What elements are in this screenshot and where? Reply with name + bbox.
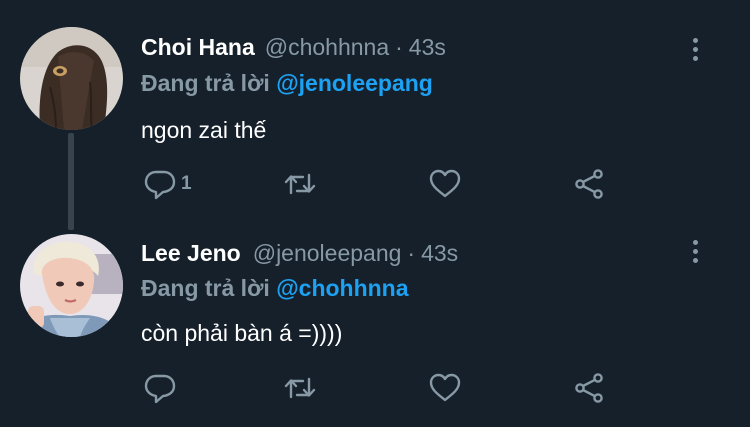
more-options-icon[interactable] xyxy=(686,35,706,65)
avatar[interactable] xyxy=(20,234,123,337)
share-icon xyxy=(575,169,603,199)
user-handle[interactable]: @chohhnna xyxy=(265,34,389,61)
tweet-choi-hana[interactable]: Choi Hana @chohhnna · 43s Đang trả lời @… xyxy=(0,0,750,230)
share-button[interactable] xyxy=(572,166,606,202)
replying-to: Đang trả lời @jenoleepang xyxy=(141,70,433,97)
tweet-header: Lee Jeno @jenoleepang · 43s xyxy=(141,240,458,270)
share-icon xyxy=(575,373,603,403)
retweet-icon xyxy=(284,173,316,195)
reply-icon xyxy=(144,374,176,404)
profile-photo-icon xyxy=(20,27,123,130)
reply-button[interactable]: 1 xyxy=(143,166,192,202)
tweet-actions xyxy=(140,370,620,406)
retweet-icon xyxy=(284,377,316,399)
share-button[interactable] xyxy=(572,370,606,406)
replying-to-mention[interactable]: @jenoleepang xyxy=(276,70,433,96)
like-icon xyxy=(429,373,461,402)
tweet-header: Choi Hana @chohhnna · 43s xyxy=(141,34,446,64)
tweet-lee-jeno[interactable]: Lee Jeno @jenoleepang · 43s Đang trả lời… xyxy=(0,215,750,427)
timestamp[interactable]: 43s xyxy=(421,240,458,267)
replying-to: Đang trả lời @chohhnna xyxy=(141,275,409,302)
reply-button[interactable] xyxy=(143,370,181,406)
reply-icon xyxy=(144,170,176,200)
more-options-icon[interactable] xyxy=(686,237,706,267)
like-button[interactable] xyxy=(428,370,462,406)
replying-prefix: Đang trả lời xyxy=(141,70,270,96)
avatar[interactable] xyxy=(20,27,123,130)
replying-prefix: Đang trả lời xyxy=(141,275,270,301)
retweet-button[interactable] xyxy=(283,166,317,202)
tweet-actions: 1 xyxy=(140,166,620,202)
display-name[interactable]: Choi Hana xyxy=(141,34,255,61)
tweet-text: còn phải bàn á =)))) xyxy=(141,320,343,346)
like-icon xyxy=(429,169,461,198)
separator-dot: · xyxy=(407,240,416,266)
like-button[interactable] xyxy=(428,166,462,202)
retweet-button[interactable] xyxy=(283,370,317,406)
separator-dot: · xyxy=(395,34,403,60)
user-handle[interactable]: @jenoleepang xyxy=(253,240,402,267)
timestamp[interactable]: 43s xyxy=(409,34,446,61)
tweet-text: ngon zai thế xyxy=(141,117,267,143)
display-name[interactable]: Lee Jeno xyxy=(141,240,241,267)
profile-photo-icon xyxy=(20,234,123,337)
reply-count: 1 xyxy=(181,173,192,194)
replying-to-mention[interactable]: @chohhnna xyxy=(276,275,408,301)
